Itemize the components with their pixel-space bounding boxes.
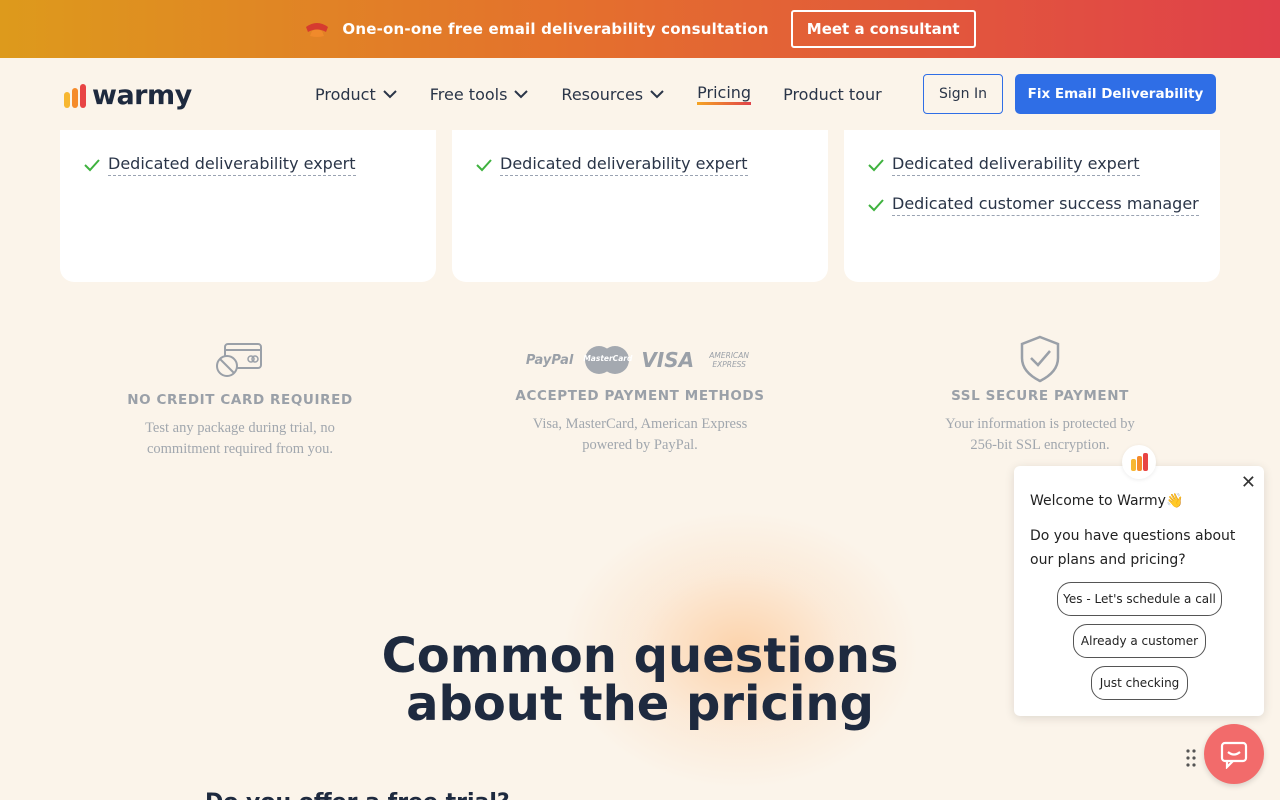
nav-item-product[interactable]: Product	[315, 82, 398, 106]
trust-description: Test any package during trial, no commit…	[100, 418, 380, 460]
trust-title: NO CREDIT CARD REQUIRED	[127, 392, 353, 408]
nav-item-label: Resources	[561, 84, 644, 104]
amex-logo: AMERICAN EXPRESS	[709, 351, 750, 369]
nav-item-free-tools[interactable]: Free tools	[430, 82, 530, 106]
close-icon[interactable]: ✕	[1241, 472, 1256, 493]
check-icon	[84, 159, 100, 172]
chat-question: Do you have questions about our plans an…	[1030, 528, 1236, 568]
chat-avatar	[1122, 445, 1156, 479]
nav-item-label: Pricing	[697, 83, 752, 105]
promo-banner: One-on-one free email deliverability con…	[0, 0, 1280, 58]
trust-payment-methods: PayPal MasterCard VISA AMERICAN EXPRESS …	[500, 340, 780, 456]
drag-handle-icon[interactable]	[1186, 748, 1196, 768]
chat-bubble-icon	[1220, 741, 1248, 769]
nav-menu: Product Free tools Resources Pricing Pro…	[315, 82, 882, 106]
trust-description: Visa, MasterCard, American Express power…	[500, 414, 780, 456]
chat-welcome: Welcome to Warmy👋	[1030, 493, 1184, 509]
fix-email-deliverability-button[interactable]: Fix Email Deliverability	[1015, 74, 1216, 114]
trust-title: ACCEPTED PAYMENT METHODS	[515, 388, 765, 404]
check-icon	[476, 159, 492, 172]
trust-description-line: powered by PayPal.	[582, 437, 698, 453]
nav-item-product-tour[interactable]: Product tour	[783, 82, 882, 106]
sign-in-button[interactable]: Sign In	[923, 74, 1003, 114]
chevron-down-icon	[383, 90, 397, 99]
no-credit-card-icon	[216, 343, 262, 377]
feature-label[interactable]: Dedicated customer success manager	[892, 194, 1199, 216]
feature-label[interactable]: Dedicated deliverability expert	[892, 154, 1140, 176]
nav-item-label: Product	[315, 84, 376, 104]
chevron-down-icon	[514, 90, 529, 99]
trust-description-line: commitment required from you.	[146, 441, 334, 457]
chat-option-just-checking[interactable]: Just checking	[1091, 666, 1188, 700]
payment-logos-icon: PayPal MasterCard VISA AMERICAN EXPRESS	[500, 340, 780, 380]
promo-text: One-on-one free email deliverability con…	[342, 20, 769, 38]
meet-consultant-button[interactable]: Meet a consultant	[790, 10, 976, 48]
mastercard-logo-text: MasterCard	[583, 354, 633, 363]
check-icon	[868, 199, 884, 212]
trust-title: SSL SECURE PAYMENT	[951, 388, 1129, 404]
chat-launcher-button[interactable]	[1204, 724, 1264, 784]
chat-option-schedule-call[interactable]: Yes - Let's schedule a call	[1057, 582, 1222, 616]
trust-description-line: Test any package during trial, no	[145, 420, 335, 436]
warmy-logo[interactable]: warmy	[64, 80, 192, 111]
check-icon	[868, 159, 884, 172]
nav-item-label: Product tour	[783, 84, 882, 104]
chat-popup: ✕ Welcome to Warmy👋 Do you have question…	[1014, 466, 1264, 716]
trust-ssl-secure: SSL SECURE PAYMENT Your information is p…	[900, 335, 1180, 456]
trust-description-line: Visa, MasterCard, American Express	[532, 416, 748, 432]
faq-title-line: Common questions	[381, 628, 899, 684]
nav-item-label: Free tools	[429, 84, 508, 104]
trust-no-credit-card: NO CREDIT CARD REQUIRED Test any package…	[100, 340, 380, 460]
paypal-logo: PayPal	[525, 352, 574, 368]
feature-item: Dedicated deliverability expert	[84, 154, 356, 176]
logo-bars-icon	[64, 83, 86, 108]
feature-item: Dedicated customer success manager	[868, 194, 1199, 216]
main-nav: warmy Product Free tools Resources Prici…	[0, 58, 1280, 130]
phone-icon	[304, 19, 330, 39]
faq-title-line: about the pricing	[406, 676, 874, 732]
faq-title: Common questions about the pricing	[340, 632, 940, 728]
mastercard-logo: MasterCard	[583, 345, 633, 375]
chevron-down-icon	[650, 90, 664, 99]
feature-label[interactable]: Dedicated deliverability expert	[500, 154, 748, 176]
logo-bars-icon	[1130, 453, 1148, 471]
feature-label[interactable]: Dedicated deliverability expert	[108, 154, 356, 176]
logo-text: warmy	[92, 80, 192, 111]
faq-question[interactable]: Do you offer a free trial?	[205, 790, 510, 800]
chat-option-already-customer[interactable]: Already a customer	[1073, 624, 1206, 658]
trust-description-line: Your information is protected by	[945, 416, 1135, 432]
nav-item-resources[interactable]: Resources	[561, 82, 665, 106]
feature-item: Dedicated deliverability expert	[476, 154, 748, 176]
shield-check-icon	[1020, 335, 1060, 383]
visa-logo: VISA	[641, 348, 695, 372]
feature-item: Dedicated deliverability expert	[868, 154, 1140, 176]
nav-item-pricing[interactable]: Pricing	[697, 82, 752, 106]
